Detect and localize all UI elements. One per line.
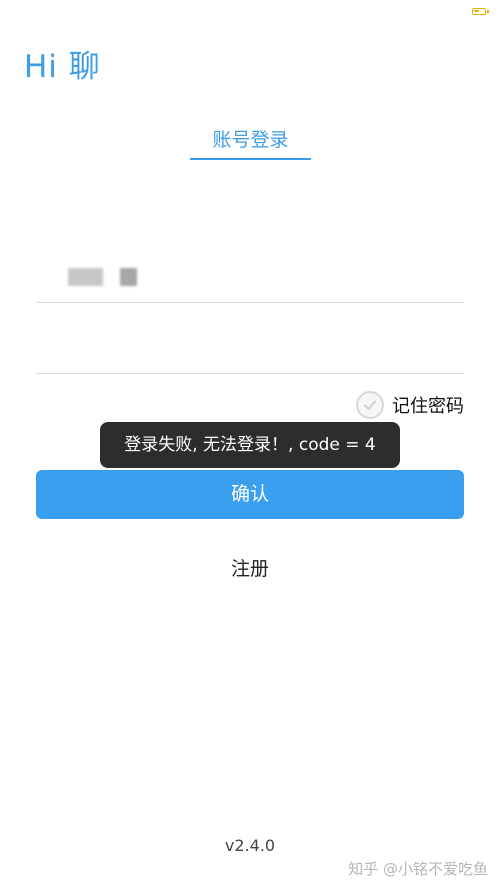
battery-icon bbox=[472, 8, 489, 15]
status-bar bbox=[0, 0, 500, 24]
remember-password-label: 记住密码 bbox=[392, 396, 464, 417]
tab-account-login[interactable]: 账号登录 bbox=[190, 124, 311, 160]
version-label: v2.4.0 bbox=[224, 836, 276, 855]
check-circle-icon[interactable] bbox=[356, 391, 384, 419]
remember-password-toggle[interactable]: 记住密码 bbox=[356, 389, 464, 421]
redacted-account-block bbox=[68, 268, 103, 286]
error-toast: 登录失败, 无法登录！, code = 4 bbox=[100, 422, 400, 468]
app-title: Hi 聊 bbox=[24, 49, 101, 85]
confirm-button[interactable]: 确认 bbox=[36, 470, 464, 519]
watermark: 知乎 @小铭不爱吃鱼 bbox=[348, 860, 488, 878]
password-input[interactable] bbox=[36, 314, 464, 374]
redacted-account-block bbox=[120, 268, 137, 286]
register-link[interactable]: 注册 bbox=[200, 554, 300, 584]
account-input[interactable] bbox=[36, 240, 464, 303]
